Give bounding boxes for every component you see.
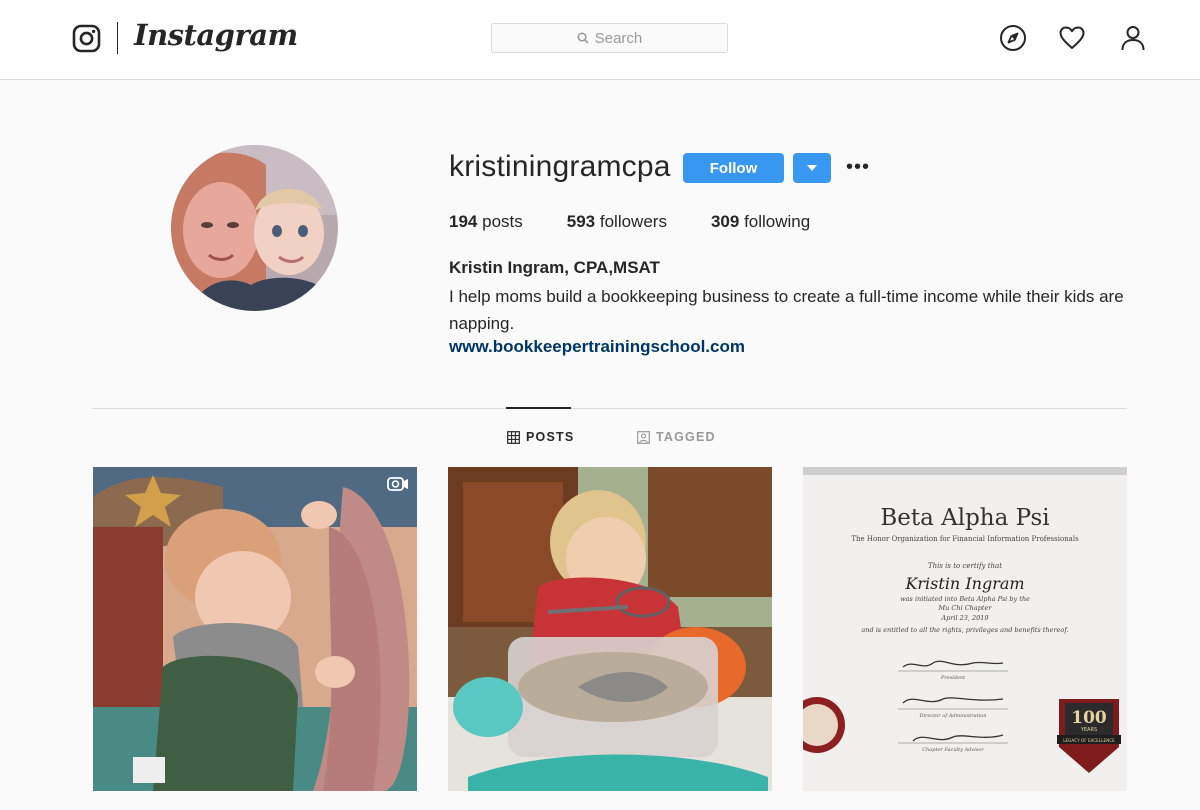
- tab-posts-label: POSTS: [526, 430, 575, 444]
- post-thumbnail[interactable]: Beta Alpha Psi The Honor Organization fo…: [803, 467, 1127, 791]
- profile-stats: 194 posts 593 followers 309 following: [449, 212, 854, 232]
- certificate-initiated: was initiated into Beta Alpha Psi by the: [900, 595, 1030, 603]
- profile-full-name: Kristin Ingram, CPA,MSAT: [449, 258, 660, 277]
- post-thumbnail[interactable]: [93, 467, 417, 791]
- following-stat[interactable]: 309 following: [711, 212, 810, 232]
- followers-count: 593: [566, 212, 596, 231]
- certificate-badge-number: 100: [1071, 708, 1107, 728]
- certificate-badge-word: YEARS: [1080, 727, 1097, 733]
- tab-tagged-label: TAGGED: [656, 430, 716, 444]
- profile-bio: I help moms build a bookkeeping business…: [449, 287, 1124, 333]
- follow-button[interactable]: Follow: [683, 153, 784, 183]
- tag-person-icon: [637, 430, 650, 444]
- posts-count-stat: 194 posts: [449, 212, 523, 232]
- post-photo-toddler-sculpture: [93, 467, 417, 791]
- heart-icon[interactable]: [1058, 24, 1086, 52]
- certificate-recipient: Kristin Ingram: [904, 574, 1024, 593]
- following-label: following: [744, 212, 811, 231]
- following-count: 309: [710, 212, 740, 231]
- post-photo-certificate: Beta Alpha Psi The Honor Organization fo…: [803, 467, 1127, 791]
- certificate-sig3-role: Chapter Faculty Advisor: [922, 747, 984, 753]
- instagram-wordmark[interactable]: Instagram: [134, 18, 298, 52]
- certificate-badge-ribbon: LEGACY OF EXCELLENCE: [1063, 738, 1115, 743]
- top-navigation: Instagram Search: [0, 0, 1200, 80]
- caret-down-icon: [807, 165, 817, 171]
- instagram-glyph-icon[interactable]: [72, 24, 101, 53]
- active-tab-indicator: [506, 407, 571, 409]
- more-options-button[interactable]: •••: [846, 155, 870, 179]
- posts-label: posts: [482, 212, 523, 231]
- tabs-divider: [92, 408, 1127, 409]
- posts-count: 194: [449, 212, 478, 231]
- profile-website-link[interactable]: www.bookkeepertrainingschool.com: [449, 337, 745, 357]
- certificate-entitled: and is entitled to all the rights, privi…: [861, 626, 1068, 634]
- profile-avatar[interactable]: [171, 145, 338, 311]
- certificate-title: Beta Alpha Psi: [880, 505, 1049, 531]
- tab-posts[interactable]: POSTS: [507, 430, 574, 444]
- suggested-dropdown-button[interactable]: [793, 153, 831, 183]
- grid-icon: [507, 430, 520, 444]
- person-icon[interactable]: [1119, 24, 1147, 52]
- certificate-chapter: Mu Chi Chapter: [938, 604, 993, 612]
- post-thumbnail[interactable]: [448, 467, 772, 791]
- video-camera-icon: [387, 477, 408, 491]
- profile-username: kristiningramcpa: [449, 150, 671, 183]
- search-icon: [577, 32, 589, 44]
- certificate-sig2-role: Director of Administration: [919, 713, 987, 719]
- certificate-certify-line: This is to certify that: [928, 562, 1002, 570]
- search-input[interactable]: Search: [491, 23, 728, 53]
- followers-stat[interactable]: 593 followers: [567, 212, 667, 232]
- certificate-sig1-role: President: [940, 675, 966, 681]
- certificate-subtitle: The Honor Organization for Financial Inf…: [851, 535, 1079, 543]
- followers-label: followers: [599, 212, 667, 231]
- tab-tagged[interactable]: TAGGED: [637, 430, 716, 444]
- compass-icon[interactable]: [999, 24, 1027, 52]
- post-photo-toddler-sensory-bin: [448, 467, 772, 791]
- search-placeholder: Search: [594, 29, 643, 47]
- nav-divider: [117, 22, 118, 54]
- certificate-date: April 23, 2019: [940, 614, 988, 622]
